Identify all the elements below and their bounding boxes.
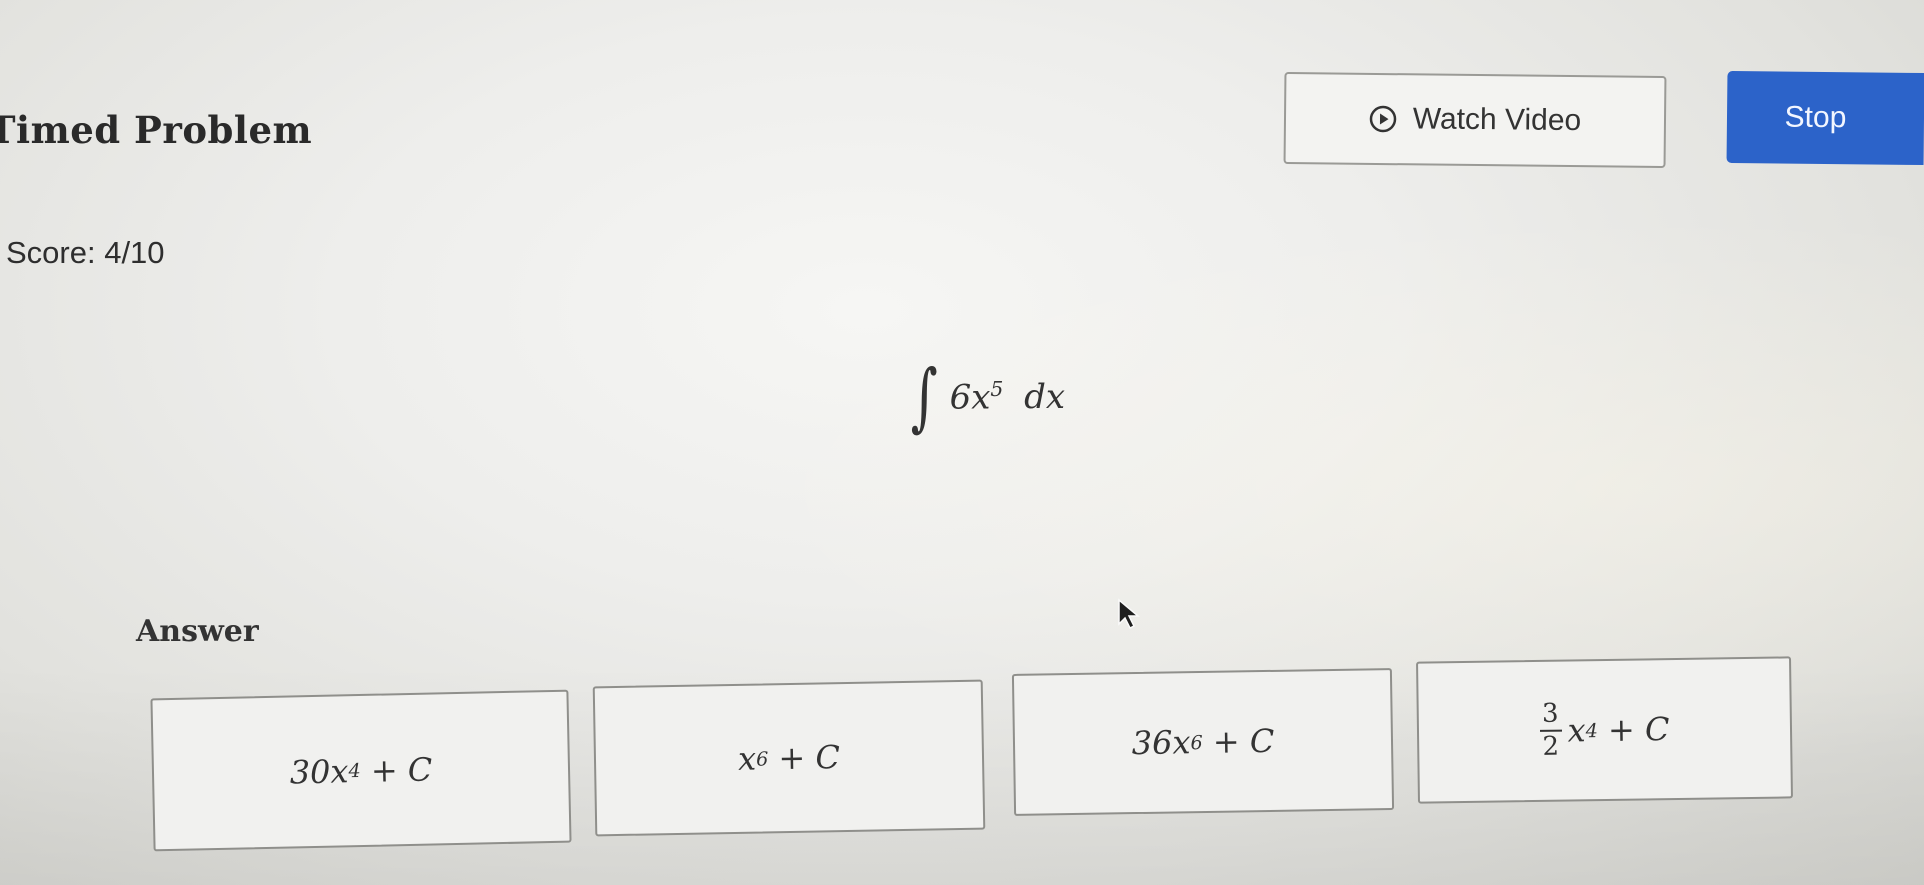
watch-video-button[interactable]: Watch Video bbox=[1283, 72, 1667, 168]
choice-3-base: 36x bbox=[1131, 723, 1191, 763]
choice-3-tail: + C bbox=[1202, 721, 1275, 762]
answer-label: Answer bbox=[136, 614, 259, 649]
choice-1-base: 30x bbox=[289, 751, 349, 791]
watch-video-label: Watch Video bbox=[1412, 102, 1582, 138]
integrand-differential: dx bbox=[1024, 377, 1066, 418]
choice-4-tail: + C bbox=[1597, 710, 1670, 750]
choice-4-denominator: 2 bbox=[1542, 731, 1560, 762]
choice-4-exponent: 4 bbox=[1585, 718, 1598, 742]
integrand-coefficient: 6x bbox=[949, 377, 991, 418]
integrand: 6x5 dx bbox=[950, 377, 1066, 417]
integrand-exponent: 5 bbox=[990, 376, 1004, 401]
choice-1-tail: + C bbox=[360, 750, 433, 790]
choice-4-base: x bbox=[1567, 711, 1586, 750]
answer-choice-3[interactable]: 36x 6 + C bbox=[1011, 668, 1395, 816]
answer-choice-1[interactable]: 30x 4 + C bbox=[150, 689, 572, 852]
choice-3-exponent: 6 bbox=[1190, 730, 1203, 754]
choice-2-base: x bbox=[737, 739, 757, 778]
choice-1-exponent: 4 bbox=[348, 759, 361, 783]
score-display: Score: 4/10 bbox=[6, 235, 165, 270]
mouse-pointer-icon bbox=[1116, 598, 1142, 630]
integral-problem: ∫ 6x5 dx bbox=[905, 360, 1065, 434]
choice-2-tail: + C bbox=[767, 738, 841, 778]
answer-choice-4[interactable]: 3 2 x4 + C bbox=[1416, 656, 1793, 804]
choice-2-exponent: 6 bbox=[755, 746, 769, 771]
page-title: Timed Problem bbox=[0, 108, 313, 152]
answer-choice-2[interactable]: x6 + C bbox=[592, 679, 986, 837]
stop-button[interactable]: Stop bbox=[1726, 70, 1924, 166]
choice-4-fraction: 3 2 bbox=[1539, 698, 1562, 762]
play-circle-icon bbox=[1369, 105, 1397, 133]
choice-4-numerator: 3 bbox=[1541, 698, 1559, 729]
integral-symbol: ∫ bbox=[910, 354, 938, 440]
